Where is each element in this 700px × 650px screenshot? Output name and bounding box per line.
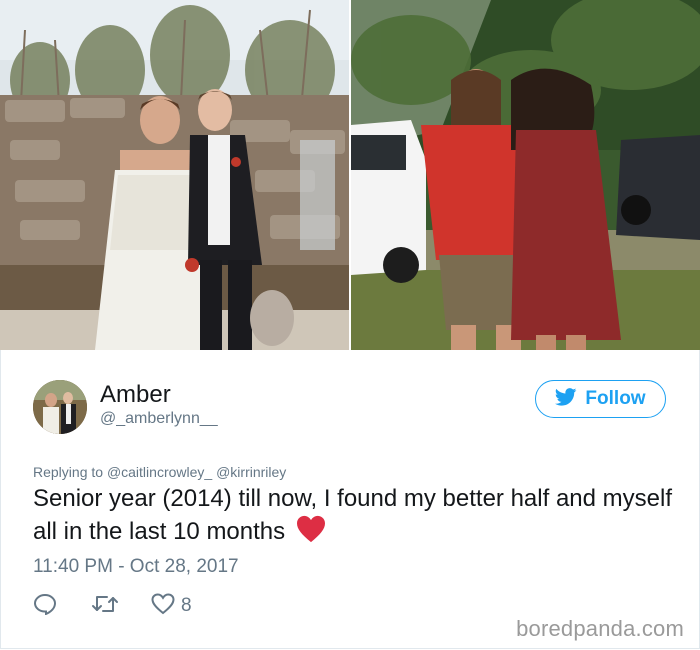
tweet-card: Amber @_amberlynn__ Follow Replying to @… [0,350,700,650]
prom-photo[interactable] [0,0,349,350]
reply-action[interactable] [33,593,57,620]
tweet-text-body: Senior year (2014) till now, I found my … [33,485,672,545]
twitter-bird-icon [555,387,577,411]
like-heart-icon [151,592,175,620]
reply-icon [33,593,57,620]
like-count: 8 [181,595,192,616]
red-heart-emoji-icon [296,515,326,552]
tweet-timestamp[interactable]: 11:40 PM - Oct 28, 2017 [33,556,239,578]
photo-collage [0,0,700,350]
author-name[interactable]: Amber [100,381,171,409]
follow-button[interactable]: Follow [535,380,666,418]
reply-mention[interactable]: @kirrinriley [216,464,286,480]
watermark: boredpanda.com [516,616,684,641]
avatar[interactable] [33,380,87,434]
tweet-text: Senior year (2014) till now, I found my … [33,482,673,552]
replying-prefix: Replying to [33,464,104,480]
replying-to-line: Replying to @caitlincrowley_ @kirrinrile… [33,464,286,480]
tweet-actions: 8 [33,592,192,620]
present-day-photo[interactable] [351,0,700,350]
retweet-icon [91,593,119,620]
author-handle[interactable]: @_amberlynn__ [100,410,218,428]
like-action[interactable]: 8 [151,592,192,620]
reply-mention[interactable]: @caitlincrowley_ [107,464,212,480]
retweet-action[interactable] [91,593,119,620]
follow-label: Follow [585,388,646,409]
